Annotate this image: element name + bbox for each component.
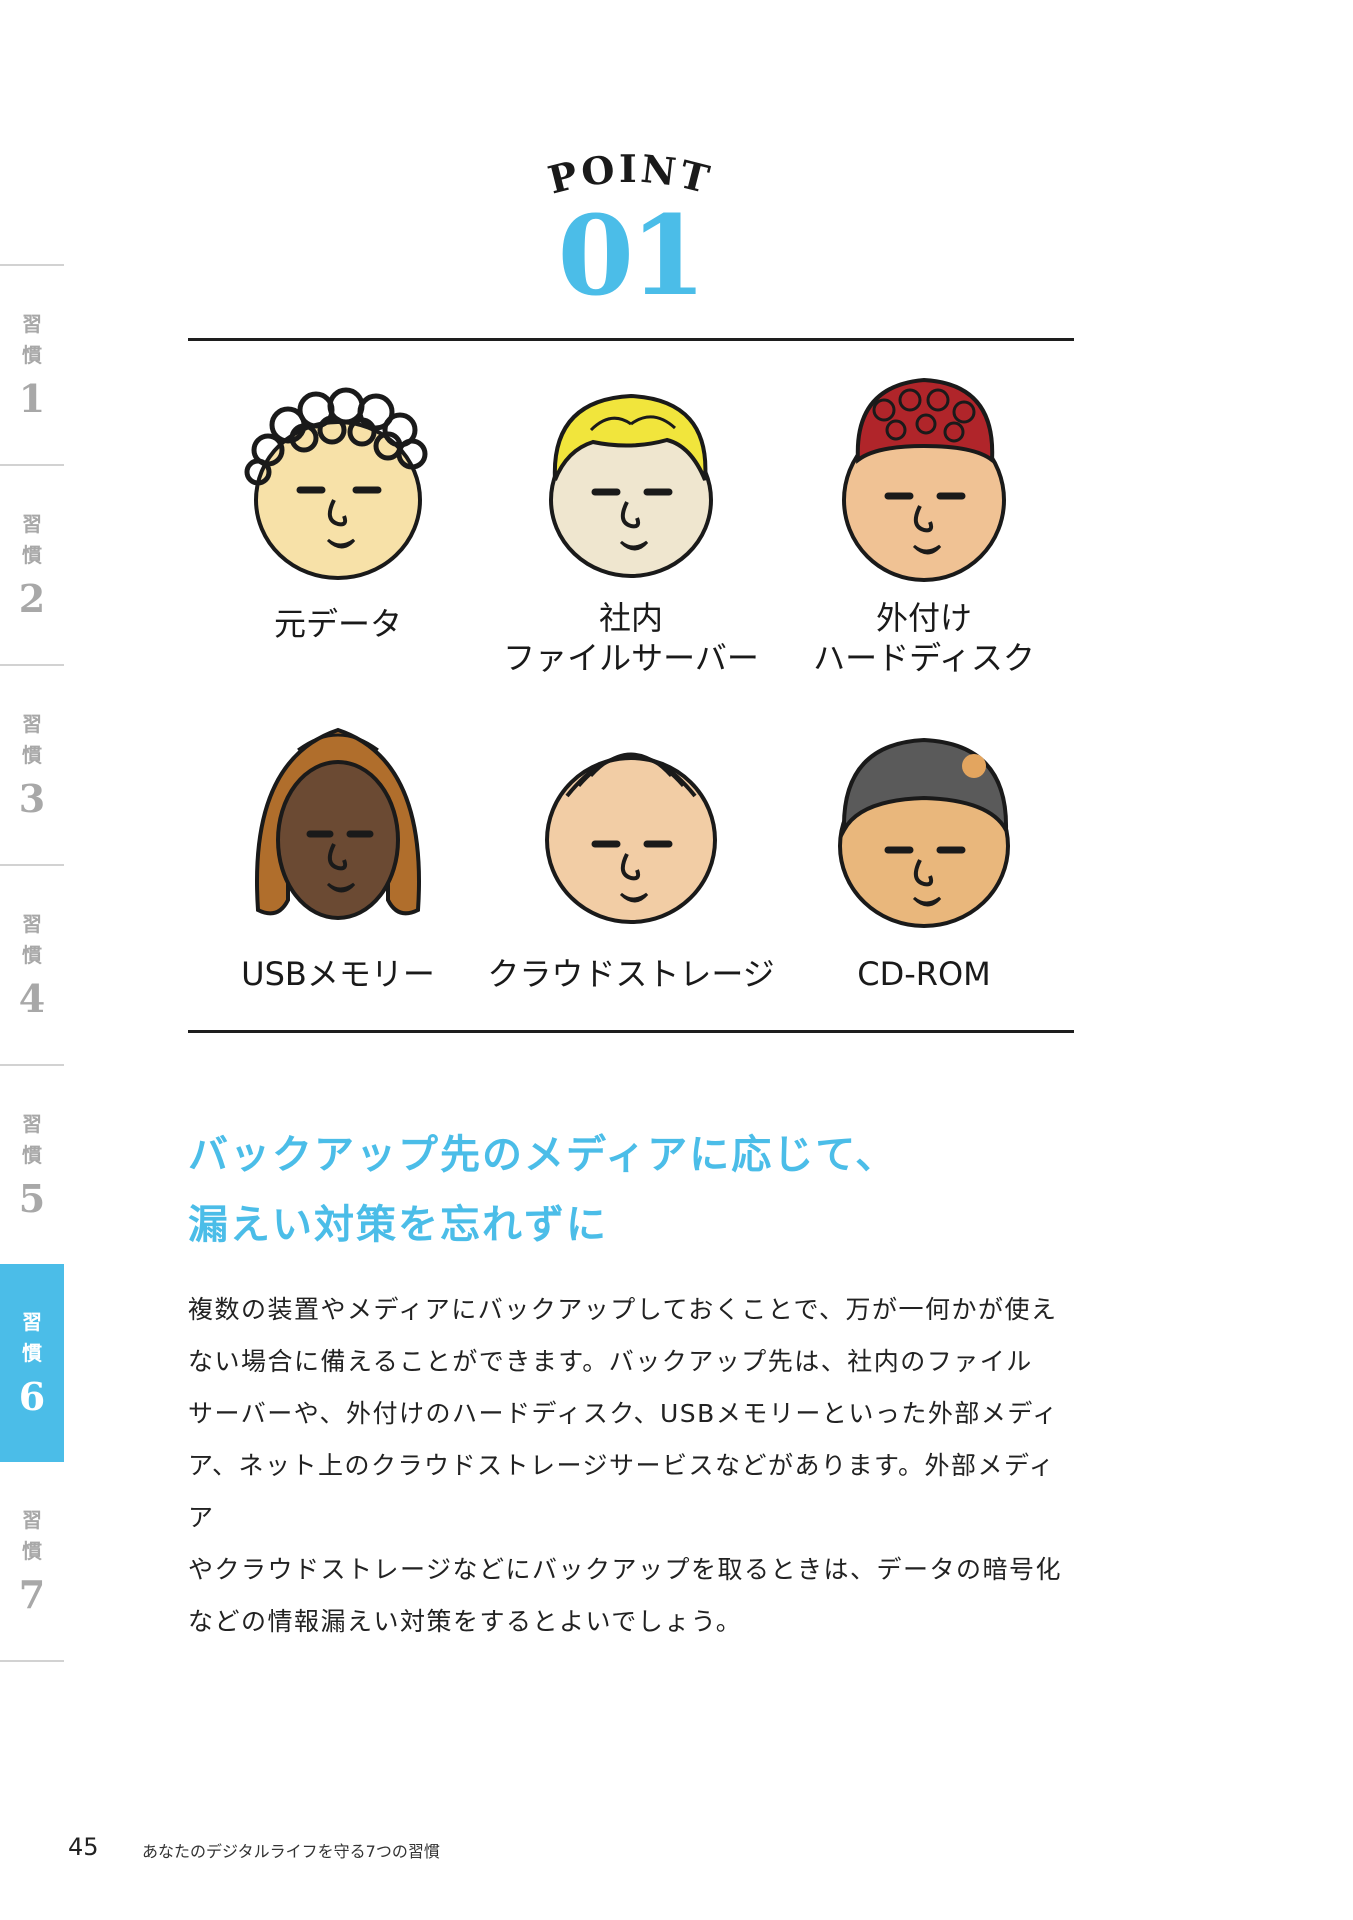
heading-line: バックアップ先のメディアに応じて、 <box>188 1132 898 1178</box>
tab-label-char: 習 <box>22 1508 42 1532</box>
face-label: ファイルサーバー <box>503 639 759 677</box>
tab-label-char: 習 <box>22 912 42 936</box>
tab-number: 2 <box>18 576 46 621</box>
face-company-file-server: 社内 ファイルサーバー <box>481 350 781 678</box>
body-line: ア、ネット上のクラウドストレージサービスなどがあります。外部メディア <box>188 1451 1056 1532</box>
sidebar-tab-6-active[interactable]: 習 慣 6 <box>0 1264 64 1462</box>
body-line: サーバーや、外付けのハードディスク、USBメモリーといった外部メディ <box>188 1399 1059 1428</box>
tab-label-char: 習 <box>22 1310 42 1334</box>
face-label: ハードディスク <box>813 639 1035 677</box>
face-illustration <box>549 393 713 578</box>
face-label: CD-ROM <box>857 955 991 993</box>
tab-label-char: 慣 <box>22 943 42 967</box>
face-cd-rom: CD-ROM <box>774 700 1074 994</box>
face-original-data: 元データ <box>188 350 488 644</box>
tab-label-char: 慣 <box>22 1341 42 1365</box>
point-number: 01 <box>557 191 706 320</box>
tab-label-char: 習 <box>22 512 42 536</box>
sidebar-tab-7[interactable]: 習 慣 7 <box>0 1462 64 1660</box>
chapter-sidebar: 習 慣 1 習 慣 2 習 慣 3 習 慣 4 習 慣 5 習 慣 6 習 慣 … <box>0 264 64 1662</box>
face-cloud-storage: クラウドストレージ <box>481 700 781 994</box>
tab-number: 3 <box>18 776 46 821</box>
face-illustration <box>838 737 1010 928</box>
tab-number: 5 <box>18 1176 46 1221</box>
face-illustration <box>545 752 717 924</box>
face-label: 元データ <box>273 605 402 643</box>
tab-number: 1 <box>18 376 46 421</box>
heading-line: 漏えい対策を忘れずに <box>188 1202 608 1248</box>
face-label: 外付け <box>875 599 972 637</box>
body-line: やクラウドストレージなどにバックアップを取るときは、データの暗号化 <box>188 1555 1063 1584</box>
sidebar-tab-1[interactable]: 習 慣 1 <box>0 266 64 464</box>
tab-label-char: 慣 <box>22 1539 42 1563</box>
tab-label-char: 慣 <box>22 343 42 367</box>
body-line: ない場合に備えることができます。バックアップ先は、社内のファイル <box>188 1347 1033 1376</box>
tab-label-char: 慣 <box>22 1143 42 1167</box>
tab-label-char: 習 <box>22 712 42 736</box>
sidebar-tab-5[interactable]: 習 慣 5 <box>0 1066 64 1264</box>
section-heading: バックアップ先のメディアに応じて、 漏えい対策を忘れずに <box>188 1120 1088 1260</box>
face-label: クラウドストレージ <box>487 955 775 993</box>
tab-number: 4 <box>18 976 46 1021</box>
sidebar-divider <box>0 1660 64 1662</box>
tab-label-char: 習 <box>22 1112 42 1136</box>
face-usb-memory: USBメモリー <box>188 700 488 994</box>
running-title: あなたのデジタルライフを守る7つの習慣 <box>142 1842 440 1861</box>
media-faces-grid: 元データ 社内 ファイルサーバー 外付け ハードディスク USBメモリー クラウ… <box>188 350 1074 1030</box>
sidebar-tab-2[interactable]: 習 慣 2 <box>0 466 64 664</box>
page-number: 45 <box>68 1833 99 1861</box>
face-external-hdd: 外付け ハードディスク <box>774 350 1074 678</box>
face-illustration <box>842 377 1006 582</box>
tab-label-char: 習 <box>22 312 42 336</box>
body-line: などの情報漏えい対策をするとよいでしょう。 <box>188 1607 743 1636</box>
bottom-rule <box>188 1030 1074 1033</box>
face-label: 社内 <box>598 599 663 637</box>
body-line: 複数の装置やメディアにバックアップしておくことで、万が一何かが使え <box>188 1295 1058 1324</box>
top-rule <box>188 338 1074 341</box>
tab-label-char: 慣 <box>22 543 42 567</box>
tab-label-char: 慣 <box>22 743 42 767</box>
sidebar-tab-3[interactable]: 習 慣 3 <box>0 666 64 864</box>
face-illustration <box>255 727 421 920</box>
tab-number: 6 <box>18 1374 46 1419</box>
face-label: USBメモリー <box>241 955 435 993</box>
body-paragraph: 複数の装置やメディアにバックアップしておくことで、万が一何かが使え ない場合に備… <box>188 1284 1078 1648</box>
sidebar-tab-4[interactable]: 習 慣 4 <box>0 866 64 1064</box>
tab-number: 7 <box>18 1572 46 1617</box>
face-illustration <box>244 387 428 580</box>
